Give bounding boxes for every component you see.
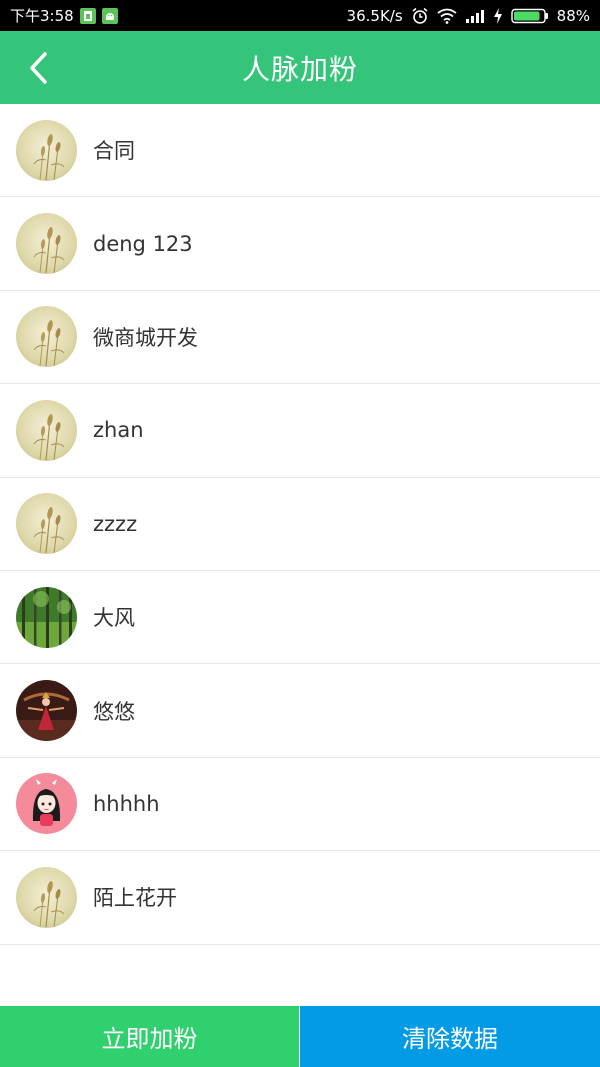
wheat-avatar	[16, 213, 77, 275]
bottom-action-bar: 立即加粉 清除数据	[0, 1006, 600, 1067]
wheat-avatar	[16, 399, 77, 461]
contact-row[interactable]: 陌上花开	[0, 851, 600, 945]
contact-name: 微商城开发	[93, 325, 198, 350]
contact-row[interactable]: 微商城开发	[0, 291, 600, 385]
charging-icon	[493, 7, 503, 24]
signal-icon	[465, 9, 485, 23]
contact-row[interactable]: 大风	[0, 571, 600, 665]
battery-percent: 88%	[556, 6, 590, 25]
forest-avatar	[16, 586, 77, 648]
app-header: 人脉加粉	[0, 31, 600, 104]
status-bar: 下午3:58 36.5K/s 88%	[0, 0, 600, 31]
wheat-avatar	[16, 866, 77, 928]
contact-row[interactable]: 悠悠	[0, 664, 600, 758]
wheat-avatar	[16, 306, 77, 368]
contact-row[interactable]: deng 123	[0, 197, 600, 291]
contact-row[interactable]: zzzz	[0, 478, 600, 571]
contact-name: hhhhh	[93, 791, 160, 816]
chevron-left-icon	[30, 51, 47, 84]
contact-name: 悠悠	[93, 699, 135, 724]
contact-name: zzzz	[93, 511, 138, 536]
contact-name: deng 123	[93, 231, 193, 256]
screen: 下午3:58 36.5K/s 88% 人脉加粉 合同 deng 123 微商城开…	[0, 0, 600, 1067]
clear-data-button[interactable]: 清除数据	[299, 1006, 600, 1067]
add-fans-button[interactable]: 立即加粉	[0, 1006, 299, 1067]
contact-row[interactable]: 合同	[0, 104, 600, 198]
network-speed: 36.5K/s	[346, 6, 403, 25]
back-button[interactable]	[18, 44, 58, 92]
contact-row[interactable]: zhan	[0, 384, 600, 478]
wifi-icon	[437, 8, 457, 24]
wheat-avatar	[16, 119, 77, 181]
contact-list: 合同 deng 123 微商城开发 zhan zzzz 大风 悠悠 hhhhh …	[0, 104, 600, 945]
contact-name: zhan	[93, 418, 144, 443]
wheat-avatar	[16, 493, 77, 555]
contact-row[interactable]: hhhhh	[0, 758, 600, 852]
battery-icon	[510, 8, 549, 24]
contact-name: 大风	[93, 606, 135, 631]
contact-name: 陌上花开	[93, 886, 177, 911]
android-icon	[101, 7, 118, 24]
alarm-icon	[411, 7, 429, 25]
page-title: 人脉加粉	[241, 52, 358, 86]
cartoon-girl-avatar	[16, 773, 77, 835]
dancer-avatar	[16, 680, 77, 742]
contact-name: 合同	[93, 139, 135, 164]
status-time: 下午3:58	[10, 7, 74, 25]
sim-icon	[79, 7, 96, 24]
